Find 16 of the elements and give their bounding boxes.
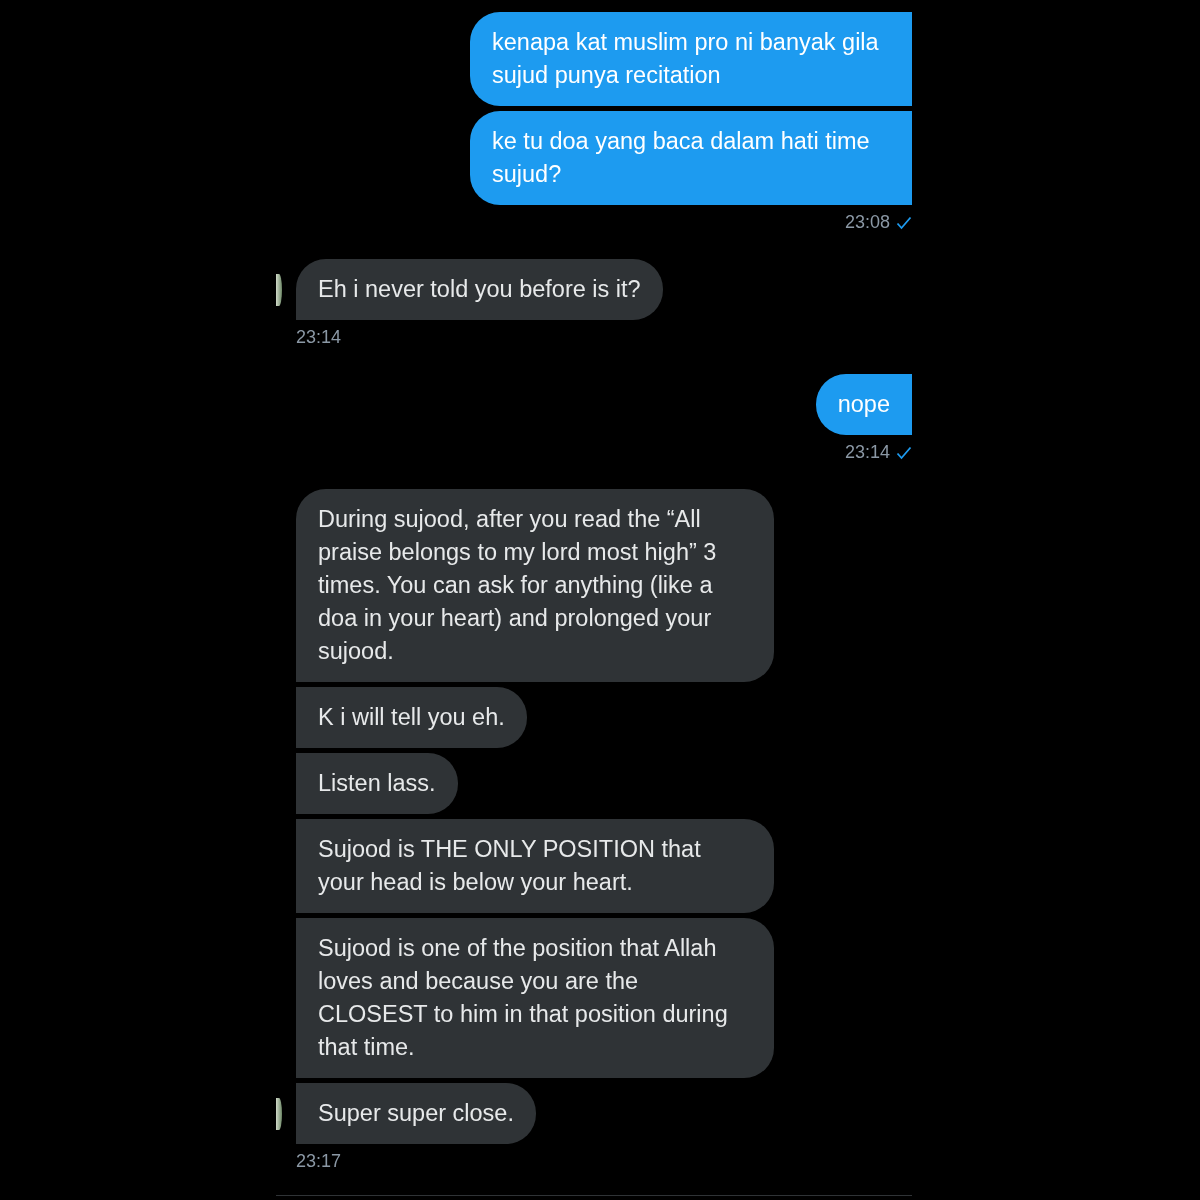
message-time: 23:08 bbox=[844, 212, 890, 233]
message-bubble: Super super close. bbox=[296, 1083, 536, 1144]
message-bubble: During sujood, after you read the “All praise belongs to my lord most high” 3 times. You can ask for anything (like a doa in your heart) and prolonged your sujood. bbox=[296, 489, 774, 682]
avatar[interactable] bbox=[276, 273, 282, 306]
avatar[interactable] bbox=[276, 1097, 282, 1130]
message-time: 23:14 bbox=[296, 327, 342, 348]
message-time: 23:14 bbox=[844, 442, 890, 463]
message-bubble: Listen lass. bbox=[296, 753, 458, 814]
message-bubble: Eh i never told you before is it? bbox=[296, 259, 663, 320]
message-bubble: Sujood is THE ONLY POSITION that your head is below your heart. bbox=[296, 819, 774, 913]
message-bubble: kenapa kat muslim pro ni banyak gila sujud punya recitation bbox=[470, 12, 912, 106]
message-bubble: nope bbox=[815, 374, 912, 435]
message-bubble: K i will tell you eh. bbox=[296, 687, 527, 748]
message-time: 23:17 bbox=[296, 1151, 342, 1172]
message-bubble: Sujood is one of the position that Allah loves and because you are the CLOSEST to him in that position during that time. bbox=[296, 918, 774, 1078]
message-bubble: ke tu doa yang baca dalam hati time sujud? bbox=[470, 111, 912, 205]
